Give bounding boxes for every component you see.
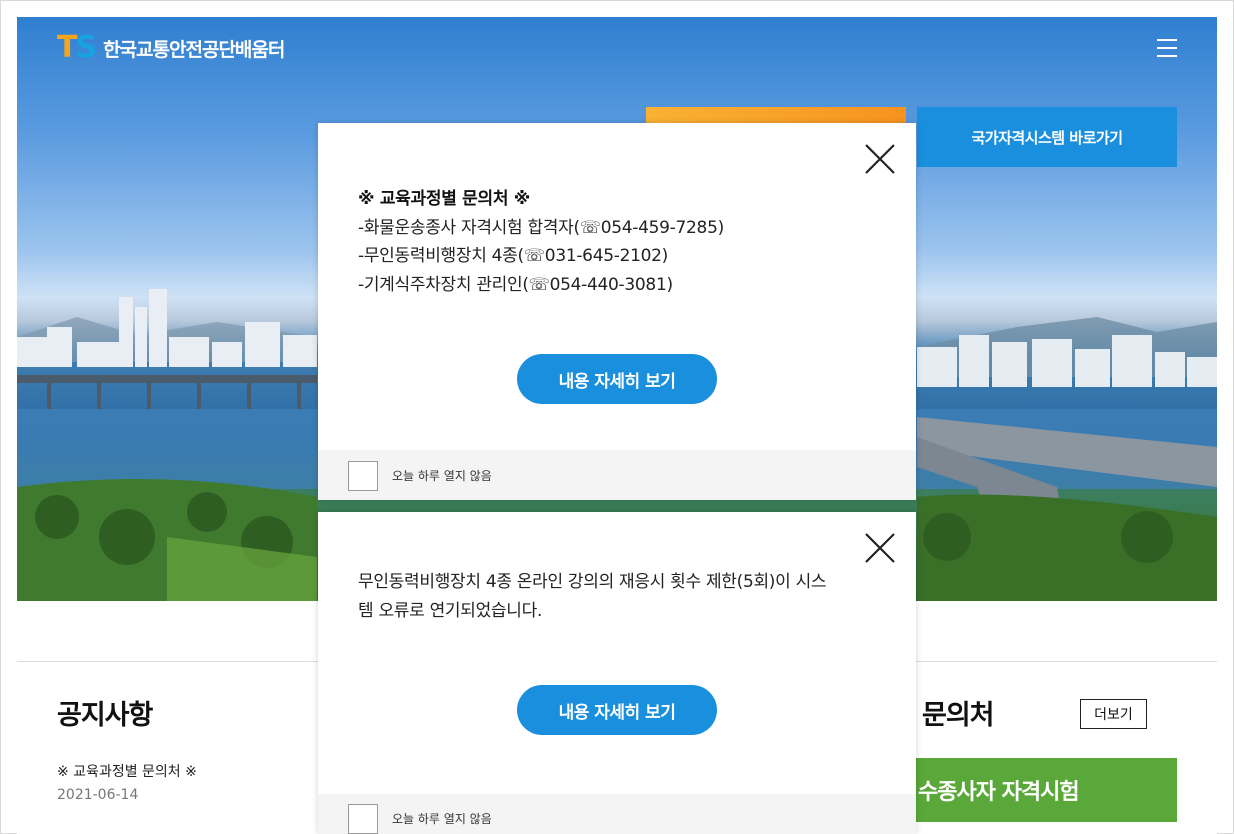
- popup-footer: 오늘 하루 열지 않음: [318, 450, 916, 500]
- ts-logo-mark: TS: [57, 30, 97, 65]
- popup-line: -화물운송종사 자격시험 합격자(☏054-459-7285): [358, 217, 724, 238]
- notice-list-item-date: 2021-06-14: [57, 787, 139, 803]
- site-name: 한국교통안전공단배움터: [103, 38, 285, 61]
- popup-footer: 오늘 하루 열지 않음: [318, 794, 916, 834]
- popup-content: 무인동력비행장치 4종 온라인 강의의 재응시 횟수 제한(5회)이 시스 템 …: [358, 568, 878, 626]
- site-logo[interactable]: TS 한국교통안전공단배움터: [57, 30, 285, 65]
- quick-link-national-qualification-button[interactable]: 국가자격시스템 바로가기: [917, 107, 1177, 167]
- dont-show-today-checkbox[interactable]: [348, 804, 378, 834]
- view-details-button[interactable]: 내용 자세히 보기: [517, 685, 717, 735]
- dont-show-today-label: 오늘 하루 열지 않음: [392, 812, 492, 826]
- notice-popup-inquiry-contacts: ※ 교육과정별 문의처 ※ -화물운송종사 자격시험 합격자(☏054-459-…: [318, 123, 916, 500]
- more-button[interactable]: 더보기: [1080, 699, 1147, 729]
- close-icon[interactable]: [864, 143, 896, 175]
- page: TS 한국교통안전공단배움터 국가자격시스템 바로가기 공지사항 ※ 교육과정별…: [17, 17, 1217, 834]
- notice-section-title: 공지사항: [57, 700, 153, 731]
- logo-letter-t: T: [57, 30, 78, 65]
- popup-line: 템 오류로 연기되었습니다.: [358, 601, 543, 621]
- popup-heading: ※ 교육과정별 문의처 ※: [358, 189, 531, 209]
- dont-show-today-label: 오늘 하루 열지 않음: [392, 469, 492, 483]
- popup-line: 무인동력비행장치 4종 온라인 강의의 재응시 횟수 제한(5회)이 시스: [358, 572, 827, 592]
- notice-popup-system-error: 무인동력비행장치 4종 온라인 강의의 재응시 횟수 제한(5회)이 시스 템 …: [318, 512, 916, 834]
- view-details-button[interactable]: 내용 자세히 보기: [517, 354, 717, 404]
- logo-letter-s: S: [75, 30, 97, 65]
- popup-content: ※ 교육과정별 문의처 ※ -화물운송종사 자격시험 합격자(☏054-459-…: [358, 185, 724, 299]
- popup-line: -무인동력비행장치 4종(☏031-645-2102): [358, 246, 668, 266]
- close-icon[interactable]: [864, 532, 896, 564]
- notice-list-item[interactable]: ※ 교육과정별 문의처 ※: [57, 761, 197, 781]
- hamburger-menu-icon[interactable]: [1157, 39, 1177, 57]
- dont-show-today-checkbox[interactable]: [348, 461, 378, 491]
- popup-line: -기계식주차장치 관리인(☏054-440-3081): [358, 274, 673, 295]
- inquiry-section-title: 문의처: [922, 700, 995, 731]
- qualification-exam-banner[interactable]: 수종사자 자격시험: [912, 758, 1177, 822]
